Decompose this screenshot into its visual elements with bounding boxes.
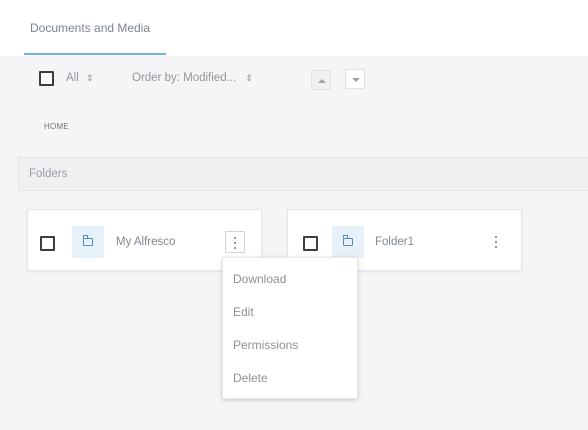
folder-name[interactable]: Folder1 (375, 236, 414, 248)
tab-bar: Documents and Media (0, 0, 588, 56)
menu-item-permissions[interactable]: Permissions (233, 338, 298, 352)
breadcrumb-home[interactable]: HOME (44, 122, 69, 131)
section-title: Folders (29, 168, 68, 180)
order-by-select[interactable]: Order by: Modified... ⇕ (132, 72, 253, 84)
select-arrows-icon: ⇕ (85, 73, 94, 83)
select-all-checkbox[interactable] (39, 71, 54, 86)
active-tab-indicator (24, 53, 166, 55)
sort-ascending-button[interactable] (311, 70, 331, 90)
folder-icon (82, 235, 93, 246)
folders-section-header: Folders (18, 157, 588, 191)
triangle-down-icon (352, 78, 360, 82)
menu-item-edit[interactable]: Edit (233, 305, 254, 319)
folder-tile (332, 226, 364, 258)
sort-descending-button[interactable] (345, 69, 365, 89)
menu-item-delete[interactable]: Delete (233, 371, 268, 385)
folder-checkbox[interactable] (40, 236, 55, 251)
kebab-menu-icon[interactable] (487, 231, 507, 253)
tab-documents-and-media[interactable]: Documents and Media (30, 21, 150, 35)
select-arrows-icon: ⇕ (245, 73, 253, 83)
menu-item-download[interactable]: Download (233, 272, 286, 286)
triangle-up-icon (318, 79, 326, 83)
folder-checkbox[interactable] (303, 236, 318, 251)
filter-all-select[interactable]: All ⇕ (66, 72, 94, 84)
kebab-menu-icon[interactable] (225, 231, 245, 253)
management-toolbar: All ⇕ Order by: Modified... ⇕ (0, 56, 588, 104)
folder-actions-menu: Download Edit Permissions Delete (222, 257, 358, 399)
folder-icon (342, 235, 353, 246)
folder-tile (72, 226, 104, 258)
folder-name[interactable]: My Alfresco (116, 236, 175, 248)
